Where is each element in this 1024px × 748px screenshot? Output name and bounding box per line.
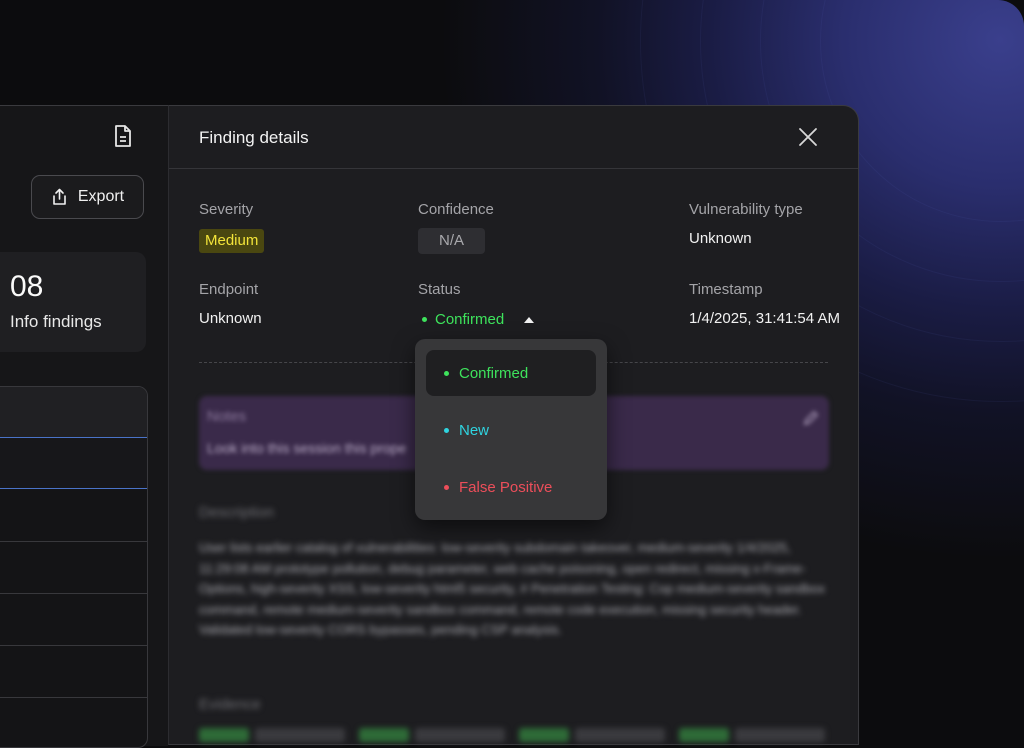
evidence-tag: [679, 728, 729, 742]
timestamp-value: 1/4/2025, 31:41:54 AM: [689, 310, 840, 327]
evidence-tag: [519, 728, 569, 742]
description-text: User lists earlier catalog of vulnerabil…: [199, 540, 825, 637]
table-row[interactable]: [0, 593, 147, 646]
status-label: Status: [418, 281, 461, 298]
chevron-up-icon: [524, 316, 535, 323]
severity-badge: Medium: [199, 229, 265, 253]
notes-text: Look into this session this prope: [207, 440, 407, 456]
evidence-title: Evidence: [199, 696, 261, 713]
table-row[interactable]: [0, 697, 147, 747]
status-option-label: Confirmed: [459, 364, 529, 382]
status-dot-icon: [422, 317, 427, 322]
export-button[interactable]: Export: [31, 175, 144, 219]
evidence-tag: [735, 728, 825, 742]
notes-title: Notes: [207, 408, 247, 425]
status-dot-icon: [444, 484, 449, 490]
status-option-false-positive[interactable]: False Positive: [426, 464, 596, 510]
endpoint-label: Endpoint: [199, 281, 259, 298]
vulnerability-type-label: Vulnerability type: [689, 201, 803, 218]
status-dot-icon: [444, 370, 449, 376]
confidence-label: Confidence: [418, 201, 494, 218]
status-option-label: New: [459, 421, 490, 439]
table-row-selected[interactable]: [0, 437, 147, 489]
close-icon[interactable]: [798, 127, 818, 147]
confidence-badge: N/A: [418, 228, 485, 254]
evidence-tag: [359, 728, 409, 742]
description-title: Description: [199, 504, 275, 521]
vulnerability-type-value: Unknown: [689, 230, 752, 247]
evidence-tag: [255, 728, 345, 742]
export-label: Export: [77, 188, 125, 205]
stat-label: Info findings: [10, 312, 102, 331]
edit-icon[interactable]: [803, 410, 819, 426]
share-icon: [53, 188, 66, 205]
timestamp-label: Timestamp: [689, 281, 763, 298]
document-icon[interactable]: [112, 124, 134, 148]
evidence-tag: [199, 728, 249, 742]
evidence-tags: [199, 728, 839, 748]
status-option-confirmed[interactable]: Confirmed: [426, 350, 596, 396]
severity-label: Severity: [199, 201, 254, 218]
evidence-tag: [415, 728, 505, 742]
status-value: Confirmed: [435, 311, 505, 328]
status-dropdown: Confirmed New False Positive: [415, 339, 607, 520]
endpoint-value: Unknown: [199, 310, 262, 327]
findings-table: [0, 386, 148, 748]
table-header: [0, 387, 147, 438]
status-dot-icon: [444, 427, 449, 433]
stat-value: 08: [10, 270, 44, 303]
status-option-label: False Positive: [459, 478, 553, 496]
evidence-tag: [575, 728, 665, 742]
table-row[interactable]: [0, 645, 147, 698]
modal-header: Finding details: [169, 106, 858, 169]
table-row[interactable]: [0, 489, 147, 542]
table-row[interactable]: [0, 541, 147, 594]
modal-title: Finding details: [199, 128, 309, 147]
status-option-new[interactable]: New: [426, 407, 596, 453]
status-select[interactable]: Confirmed: [422, 311, 535, 328]
